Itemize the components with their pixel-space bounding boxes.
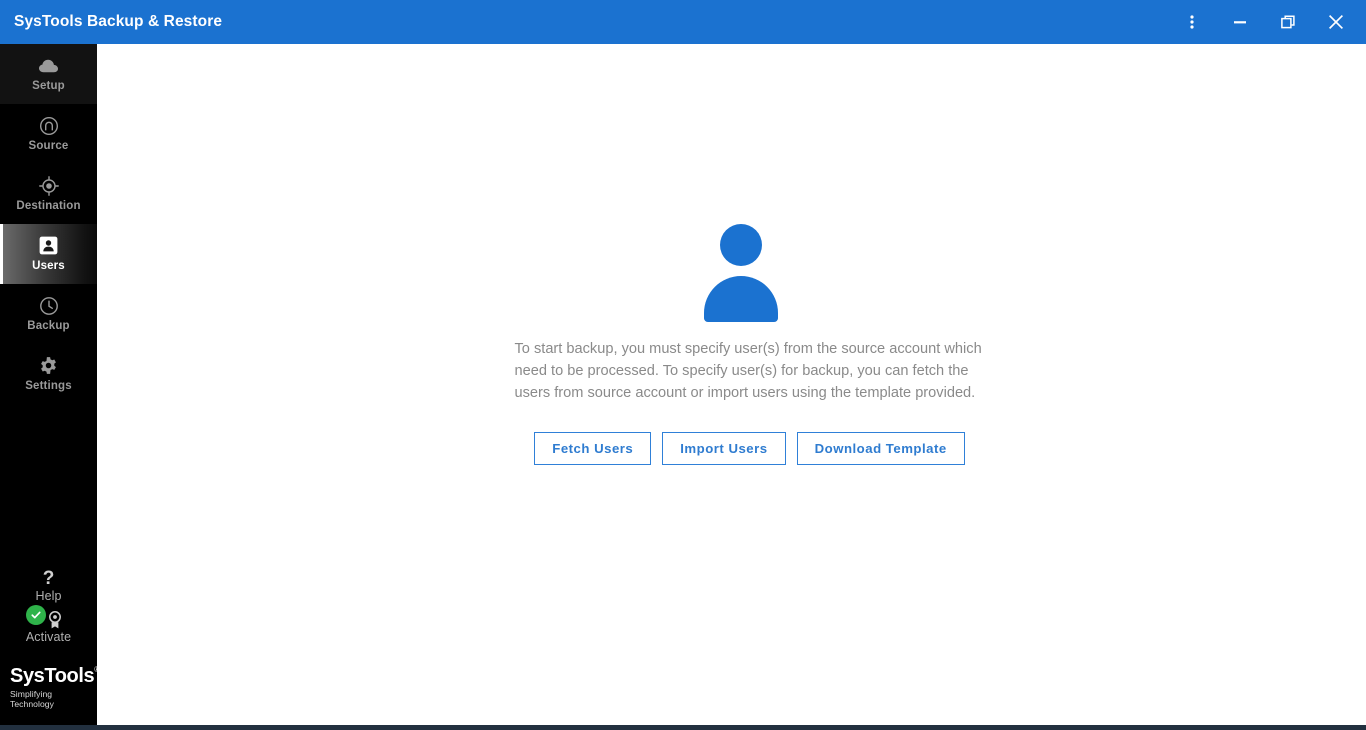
sidebar-item-settings[interactable]: Settings xyxy=(0,344,97,404)
download-template-button[interactable]: Download Template xyxy=(796,432,965,466)
systools-logo: SysTools® Simplifying Technology xyxy=(0,666,100,725)
sidebar-item-source[interactable]: Source xyxy=(0,104,97,164)
sidebar-item-destination[interactable]: Destination xyxy=(0,164,97,224)
sidebar-item-setup[interactable]: Setup xyxy=(0,44,97,104)
user-card-icon xyxy=(39,236,58,256)
kebab-menu-icon xyxy=(1190,14,1194,30)
cloud-icon xyxy=(38,56,60,76)
gear-icon xyxy=(39,356,58,376)
app-title: SysTools Backup & Restore xyxy=(14,13,223,30)
sidebar-item-label: Setup xyxy=(32,79,65,92)
sidebar-item-label: Settings xyxy=(25,379,72,392)
sidebar: Setup Source Destination Users Backup Se… xyxy=(0,44,100,725)
sidebar-item-label: Destination xyxy=(16,199,81,212)
empty-state-description: To start backup, you must specify user(s… xyxy=(514,341,982,401)
source-icon xyxy=(39,116,59,136)
application-window: SysTools Backup & Restore Setup Source D… xyxy=(0,0,1366,730)
sidebar-item-users[interactable]: Users xyxy=(0,224,97,284)
restore-window-icon xyxy=(1281,15,1295,29)
sidebar-bottom-nav: ? Help Activate xyxy=(0,567,97,653)
sidebar-nav: Setup Source Destination Users Backup Se… xyxy=(0,44,97,404)
award-badge-icon xyxy=(47,610,63,635)
users-empty-state: To start backup, you must specify user(s… xyxy=(97,224,1366,466)
logo-name: SysTools xyxy=(10,665,95,687)
window-controls xyxy=(1168,0,1360,44)
user-silhouette-icon xyxy=(690,224,810,324)
sidebar-item-label: Users xyxy=(32,259,65,272)
green-check-icon xyxy=(25,605,46,626)
more-options-button[interactable] xyxy=(1168,0,1216,44)
main-content: To start backup, you must specify user(s… xyxy=(97,44,1366,725)
sidebar-item-help[interactable]: ? Help xyxy=(0,567,97,607)
sidebar-item-label: Help xyxy=(35,588,62,603)
minimize-icon xyxy=(1233,15,1247,29)
title-bar: SysTools Backup & Restore xyxy=(0,0,1366,44)
restore-button[interactable] xyxy=(1264,0,1312,44)
clock-icon xyxy=(39,296,59,316)
sidebar-item-backup[interactable]: Backup xyxy=(0,284,97,344)
activate-icon-group xyxy=(25,605,72,629)
window-body: Setup Source Destination Users Backup Se… xyxy=(0,44,1366,730)
minimize-button[interactable] xyxy=(1216,0,1264,44)
fetch-users-button[interactable]: Fetch Users xyxy=(534,432,652,466)
sidebar-item-activate[interactable]: Activate xyxy=(0,605,97,648)
sidebar-item-label: Backup xyxy=(27,319,70,332)
user-body-shape xyxy=(703,276,778,322)
import-users-button[interactable]: Import Users xyxy=(662,432,786,466)
empty-state-actions: Fetch Users Import Users Download Templa… xyxy=(534,432,965,466)
close-button[interactable] xyxy=(1312,0,1360,44)
logo-tagline: Simplifying Technology xyxy=(10,689,54,709)
sidebar-item-label: Source xyxy=(28,139,69,152)
user-head-shape xyxy=(719,224,762,266)
logo-wordmark: SysTools® xyxy=(10,666,100,686)
close-icon xyxy=(1329,15,1343,29)
target-icon xyxy=(38,175,59,196)
question-mark-icon: ? xyxy=(42,567,55,589)
